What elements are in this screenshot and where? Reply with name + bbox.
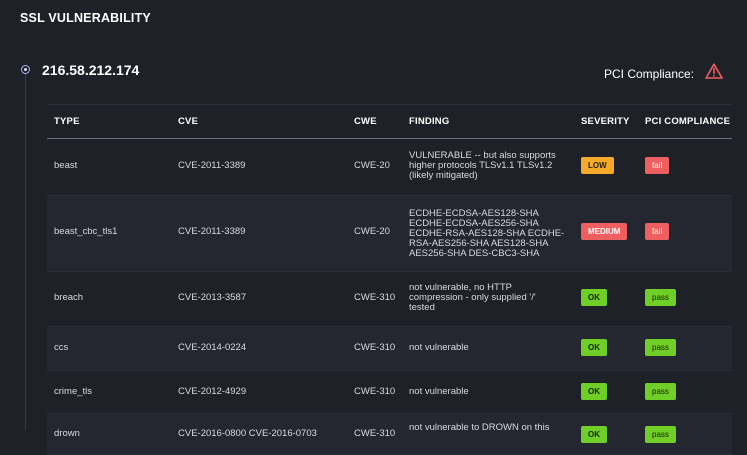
table-header: TYPE CVE CWE FINDING SEVERITY PCI COMPLI… — [47, 104, 732, 139]
section-title: SSL VULNERABILITY — [20, 11, 151, 25]
cell-cve: CVE-2016-0800 CVE-2016-0703 — [178, 428, 317, 439]
cell-finding: not vulnerable to DROWN on this — [409, 422, 550, 433]
cell-finding: not vulnerable — [409, 342, 469, 353]
cell-cve: CVE-2012-4929 — [178, 386, 247, 397]
table-row: beast_cbc_tls1 CVE-2011-3389 CWE-20 ECDH… — [47, 196, 732, 272]
header-finding[interactable]: FINDING — [409, 116, 449, 127]
cell-finding: VULNERABLE -- but also supports higher p… — [409, 150, 556, 181]
pci-status-badge: pass — [645, 383, 676, 400]
cell-cve: CVE-2013-3587 — [178, 292, 247, 303]
cell-cwe: CWE-20 — [354, 226, 390, 237]
cell-cve: CVE-2014-0224 — [178, 342, 247, 353]
warning-triangle-icon — [705, 63, 723, 79]
cell-type: crime_tls — [54, 386, 93, 397]
timeline-node-icon — [21, 65, 30, 74]
pci-compliance-label: PCI Compliance: — [604, 67, 695, 81]
cell-type: ccs — [54, 342, 69, 353]
table-row: beast CVE-2011-3389 CWE-20 VULNERABLE --… — [47, 139, 732, 196]
header-type[interactable]: TYPE — [54, 116, 80, 127]
host-ip: 216.58.212.174 — [42, 62, 140, 78]
severity-badge: OK — [581, 339, 607, 356]
ssl-vulnerability-table: TYPE CVE CWE FINDING SEVERITY PCI COMPLI… — [47, 104, 732, 455]
cell-cwe: CWE-20 — [354, 160, 390, 171]
header-pci-compliance[interactable]: PCI COMPLIANCE — [645, 116, 730, 127]
cell-type: drown — [54, 428, 80, 439]
timeline-line — [25, 70, 26, 430]
header-cwe[interactable]: CWE — [354, 116, 377, 127]
pci-status-badge: fail — [645, 157, 670, 174]
severity-badge: MEDIUM — [581, 223, 628, 240]
header-cve[interactable]: CVE — [178, 116, 198, 127]
cell-finding: not vulnerable — [409, 386, 469, 397]
cell-cwe: CWE-310 — [354, 342, 396, 353]
severity-badge: OK — [581, 289, 607, 306]
pci-status-badge: pass — [645, 289, 676, 306]
cell-cwe: CWE-310 — [354, 386, 396, 397]
severity-badge: OK — [581, 426, 607, 443]
cell-cwe: CWE-310 — [354, 292, 396, 303]
cell-cve: CVE-2011-3389 — [178, 160, 246, 171]
table-row: ccs CVE-2014-0224 CWE-310 not vulnerable… — [47, 327, 732, 371]
cell-finding: ECDHE-ECDSA-AES128-SHA ECDHE-ECDSA-AES25… — [409, 208, 565, 259]
header-severity[interactable]: SEVERITY — [581, 116, 630, 127]
pci-status-badge: fail — [645, 223, 670, 240]
cell-type: beast_cbc_tls1 — [54, 226, 118, 237]
cell-cve: CVE-2011-3389 — [178, 226, 246, 237]
table-row: breach CVE-2013-3587 CWE-310 not vulnera… — [47, 272, 732, 327]
table-row: crime_tls CVE-2012-4929 CWE-310 not vuln… — [47, 371, 732, 414]
pci-status-badge: pass — [645, 339, 676, 356]
table-row: drown CVE-2016-0800 CVE-2016-0703 CWE-31… — [47, 414, 732, 455]
cell-finding: not vulnerable, no HTTP compression - on… — [409, 282, 536, 313]
cell-type: beast — [54, 160, 78, 171]
severity-badge: OK — [581, 383, 607, 400]
cell-type: breach — [54, 292, 84, 303]
severity-badge: LOW — [581, 157, 614, 174]
cell-cwe: CWE-310 — [354, 428, 396, 439]
pci-status-badge: pass — [645, 426, 676, 443]
